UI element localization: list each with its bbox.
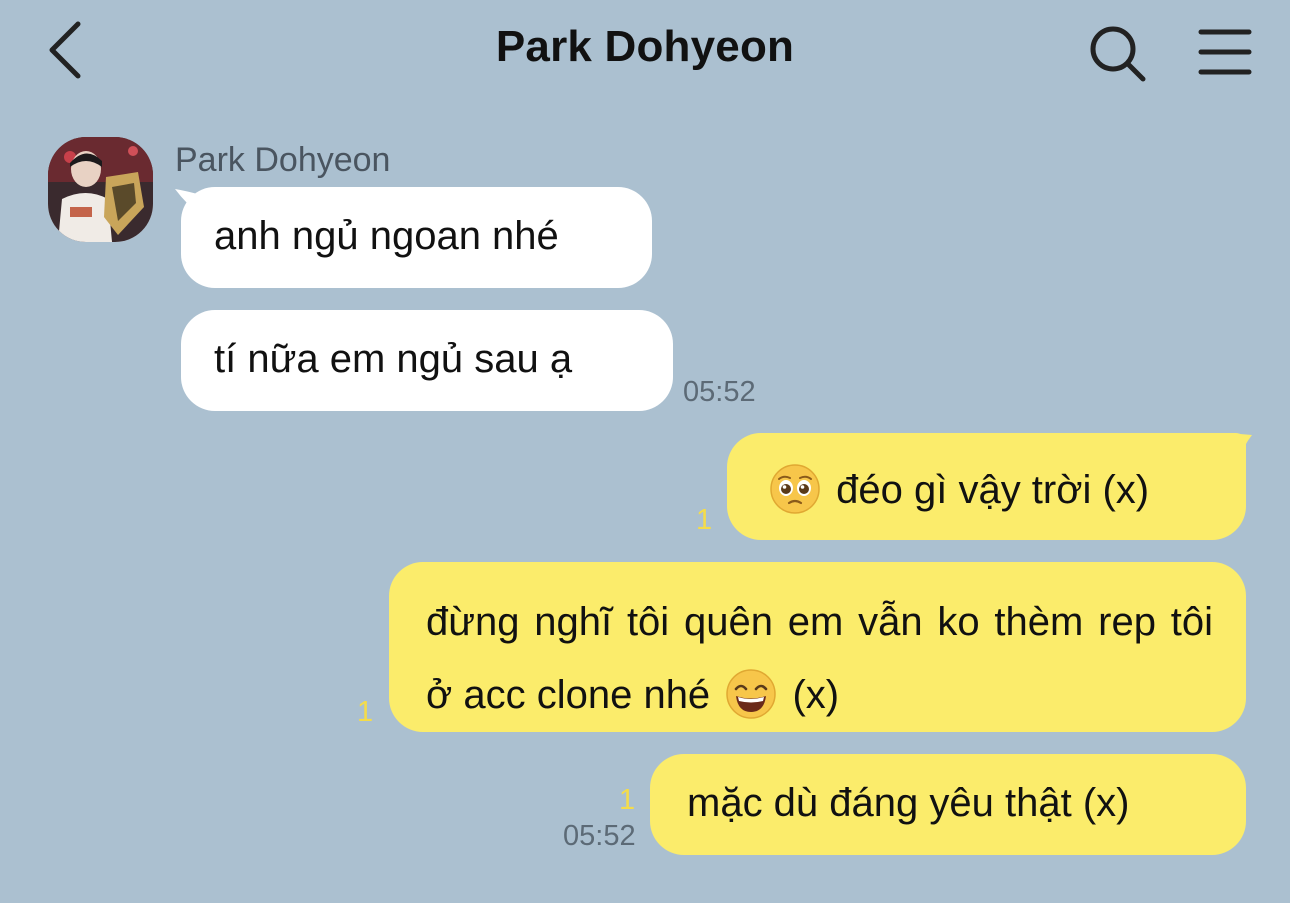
sender-name: Park Dohyeon	[175, 141, 391, 179]
message-text: anh ngủ ngoan nhé	[214, 214, 559, 258]
unread-count: 1	[357, 696, 374, 728]
avatar-photo	[48, 137, 153, 242]
unread-count: 1	[696, 504, 713, 536]
incoming-message[interactable]: anh ngủ ngoan nhé	[181, 187, 652, 288]
outgoing-message[interactable]: đéo gì vậy trời (x)	[727, 433, 1246, 540]
message-text: tí nữa em ngủ sau ạ	[214, 337, 573, 381]
message-text: đéo gì vậy trời (x)	[836, 468, 1150, 512]
search-icon	[1090, 26, 1146, 82]
message-timestamp: 05:52	[563, 820, 636, 852]
outgoing-message[interactable]: mặc dù đáng yêu thật (x)	[650, 754, 1246, 855]
search-button[interactable]	[1086, 22, 1148, 84]
pleading-face-emoji	[770, 464, 820, 514]
back-button[interactable]	[40, 18, 94, 82]
grinning-face-emoji	[726, 669, 777, 719]
outgoing-message[interactable]: đừng nghĩ tôi quên em vẫn ko thèm rep tô…	[389, 562, 1246, 732]
menu-button[interactable]	[1196, 24, 1254, 82]
sender-avatar[interactable]	[48, 137, 153, 242]
message-text-suffix: (x)	[792, 673, 840, 717]
unread-count: 1	[619, 784, 636, 816]
chat-header: Park Dohyeon	[0, 0, 1290, 100]
message-timestamp: 05:52	[683, 376, 756, 408]
hamburger-menu-icon	[1198, 29, 1252, 75]
message-text: mặc dù đáng yêu thật (x)	[687, 781, 1130, 825]
outgoing-bubble-tail	[1228, 433, 1252, 461]
chevron-left-icon	[49, 21, 81, 79]
incoming-message[interactable]: tí nữa em ngủ sau ạ	[181, 310, 673, 411]
